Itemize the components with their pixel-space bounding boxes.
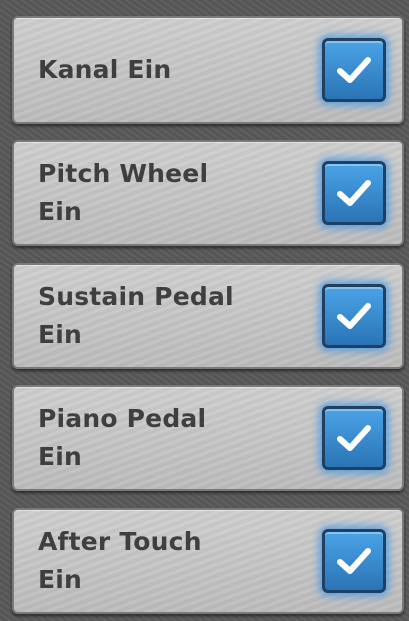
setting-row-after-touch[interactable]: After Touch Ein	[12, 508, 404, 614]
sustain-pedal-checkbox[interactable]	[322, 284, 386, 348]
pitch-wheel-checkbox[interactable]	[322, 161, 386, 225]
setting-row-sustain-pedal[interactable]: Sustain Pedal Ein	[12, 263, 404, 369]
checkmark-icon	[337, 57, 371, 83]
setting-row-kanal[interactable]: Kanal Ein	[12, 16, 404, 124]
setting-row-piano-pedal[interactable]: Piano Pedal Ein	[12, 385, 404, 491]
checkmark-icon	[337, 180, 371, 206]
piano-pedal-checkbox[interactable]	[322, 406, 386, 470]
midi-settings-panel: Kanal Ein Pitch Wheel Ein Sustain Pedal …	[0, 0, 409, 621]
after-touch-checkbox[interactable]	[322, 529, 386, 593]
checkmark-icon	[337, 425, 371, 451]
checkmark-icon	[337, 303, 371, 329]
setting-label-piano-pedal: Piano Pedal Ein	[38, 404, 207, 471]
setting-label-pitch-wheel: Pitch Wheel Ein	[38, 159, 209, 226]
kanal-checkbox[interactable]	[322, 38, 386, 102]
setting-label-after-touch: After Touch Ein	[38, 527, 202, 594]
setting-label-kanal: Kanal Ein	[38, 55, 172, 84]
setting-label-sustain-pedal: Sustain Pedal Ein	[38, 282, 234, 349]
setting-row-pitch-wheel[interactable]: Pitch Wheel Ein	[12, 140, 404, 246]
checkmark-icon	[337, 548, 371, 574]
